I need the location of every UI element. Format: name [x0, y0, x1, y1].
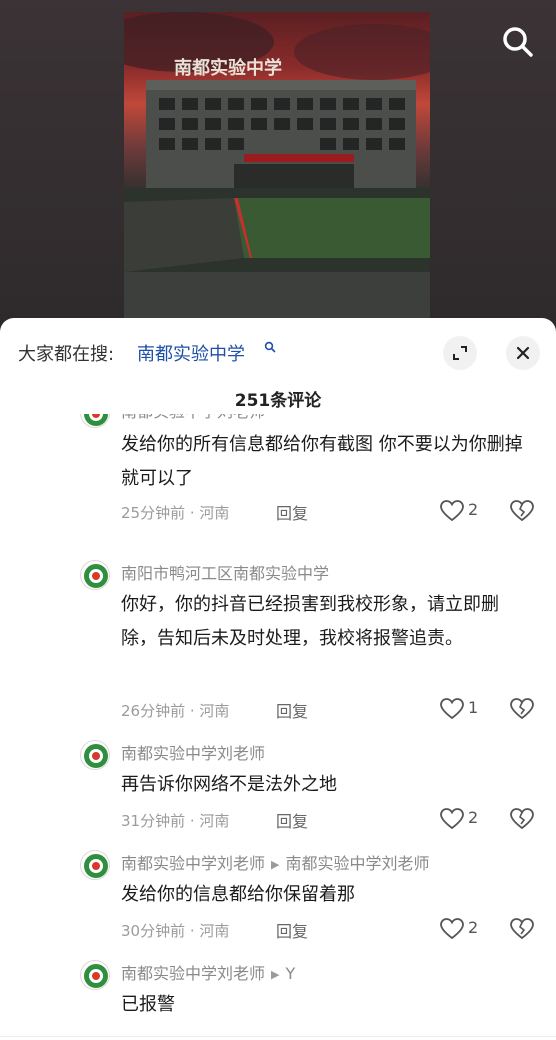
comment-username[interactable]: 南都实验中学刘老师: [121, 740, 265, 764]
comment-username: 南都实验中学刘老师 ▶ 南都实验中学刘老师: [121, 850, 430, 874]
school-logo-icon: [84, 854, 108, 878]
search-icon[interactable]: [500, 24, 536, 60]
sheet-header: 大家都在搜: 南都实验中学: [0, 318, 556, 384]
comment-meta: 31分钟前 · 河南: [121, 812, 230, 830]
comment-username: 南都实验中学刘老师 ▶ Y: [121, 960, 295, 984]
avatar[interactable]: [80, 740, 110, 770]
close-button[interactable]: [506, 336, 540, 370]
broken-heart-icon[interactable]: [510, 918, 534, 940]
comment-meta: 30分钟前 · 河南: [121, 922, 230, 940]
reply-target[interactable]: Y: [285, 964, 295, 983]
broken-heart-icon[interactable]: [510, 500, 534, 522]
reply-button[interactable]: 回复: [276, 808, 308, 832]
svg-text:南都实验中学: 南都实验中学: [174, 57, 282, 79]
comment-list[interactable]: 南都实验中学刘老师 发给你的所有信息都给你有截图 你不要以为你删掉就可以了 25…: [0, 414, 556, 1040]
avatar[interactable]: [80, 850, 110, 880]
hot-search-link[interactable]: 南都实验中学: [137, 340, 245, 366]
heart-icon[interactable]: [440, 808, 464, 830]
reply-target[interactable]: 南都实验中学刘老师: [285, 854, 429, 873]
like-count: 1: [468, 698, 479, 717]
school-logo-icon: [84, 564, 108, 588]
abandoned-school-image: 南都实验中学: [124, 12, 430, 318]
heart-icon[interactable]: [440, 698, 464, 720]
comment-item: 南都实验中学刘老师 发给你的所有信息都给你有截图 你不要以为你删掉就可以了 25…: [0, 414, 556, 544]
school-logo-icon: [84, 964, 108, 988]
bottom-divider: [0, 1036, 556, 1037]
video-thumbnail[interactable]: 南都实验中学: [124, 12, 430, 318]
comment-username[interactable]: 南阳市鸭河工区南都实验中学: [121, 560, 329, 584]
comment-text: 再告诉你网络不是法外之地: [121, 774, 337, 795]
broken-heart-icon[interactable]: [510, 808, 534, 830]
like-count: 2: [468, 808, 479, 827]
school-logo-icon: [84, 744, 108, 768]
like-count: 2: [468, 500, 479, 519]
reply-button[interactable]: 回复: [276, 500, 308, 524]
comment-item: 南都实验中学刘老师 再告诉你网络不是法外之地 31分钟前 · 河南 回复 2: [0, 740, 556, 852]
reply-arrow-icon: ▶: [271, 858, 280, 871]
heart-icon[interactable]: [440, 918, 464, 940]
like-count: 2: [468, 918, 479, 937]
reply-arrow-icon: ▶: [271, 968, 280, 981]
comment-item: 南都实验中学刘老师 ▶ Y 已报警: [0, 960, 556, 1040]
comment-username-link[interactable]: 南都实验中学刘老师: [121, 964, 265, 983]
comment-username[interactable]: 南都实验中学刘老师: [121, 414, 265, 422]
comment-text: 你好，你的抖音已经损害到我校形象，请立即删除，告知后未及时处理，我校将报警追责。: [121, 594, 499, 649]
heart-icon[interactable]: [440, 500, 464, 522]
comment-item: 南阳市鸭河工区南都实验中学 你好，你的抖音已经损害到我校形象，请立即删除，告知后…: [0, 560, 556, 740]
broken-heart-icon[interactable]: [510, 698, 534, 720]
comment-text: 已报警: [121, 994, 175, 1015]
avatar[interactable]: [80, 560, 110, 590]
hot-search-label: 大家都在搜:: [18, 344, 115, 365]
comment-username-link[interactable]: 南都实验中学刘老师: [121, 854, 265, 873]
comment-item: 南都实验中学刘老师 ▶ 南都实验中学刘老师 发给你的信息都给你保留着那 30分钟前 …: [0, 850, 556, 962]
reply-button[interactable]: 回复: [276, 698, 308, 722]
comment-meta: 26分钟前 · 河南: [121, 702, 230, 720]
comment-text: 发给你的信息都给你保留着那: [121, 884, 355, 905]
search-small-icon[interactable]: [264, 341, 276, 353]
school-logo-icon: [84, 414, 108, 426]
avatar[interactable]: [80, 414, 110, 428]
expand-button[interactable]: [443, 336, 477, 370]
comment-text: 发给你的所有信息都给你有截图 你不要以为你删掉就可以了: [121, 434, 523, 489]
comment-meta: 25分钟前 · 河南: [121, 504, 230, 522]
comment-sheet: 大家都在搜: 南都实验中学 251条评论 发给你的所有信息都给你有截图 你不要以…: [0, 318, 556, 1040]
avatar[interactable]: [80, 960, 110, 990]
comment-count: 251条评论: [234, 391, 322, 411]
video-player[interactable]: 南都实验中学: [0, 0, 556, 330]
expand-icon: [453, 346, 467, 360]
close-icon: [516, 346, 530, 360]
reply-button[interactable]: 回复: [276, 918, 308, 942]
